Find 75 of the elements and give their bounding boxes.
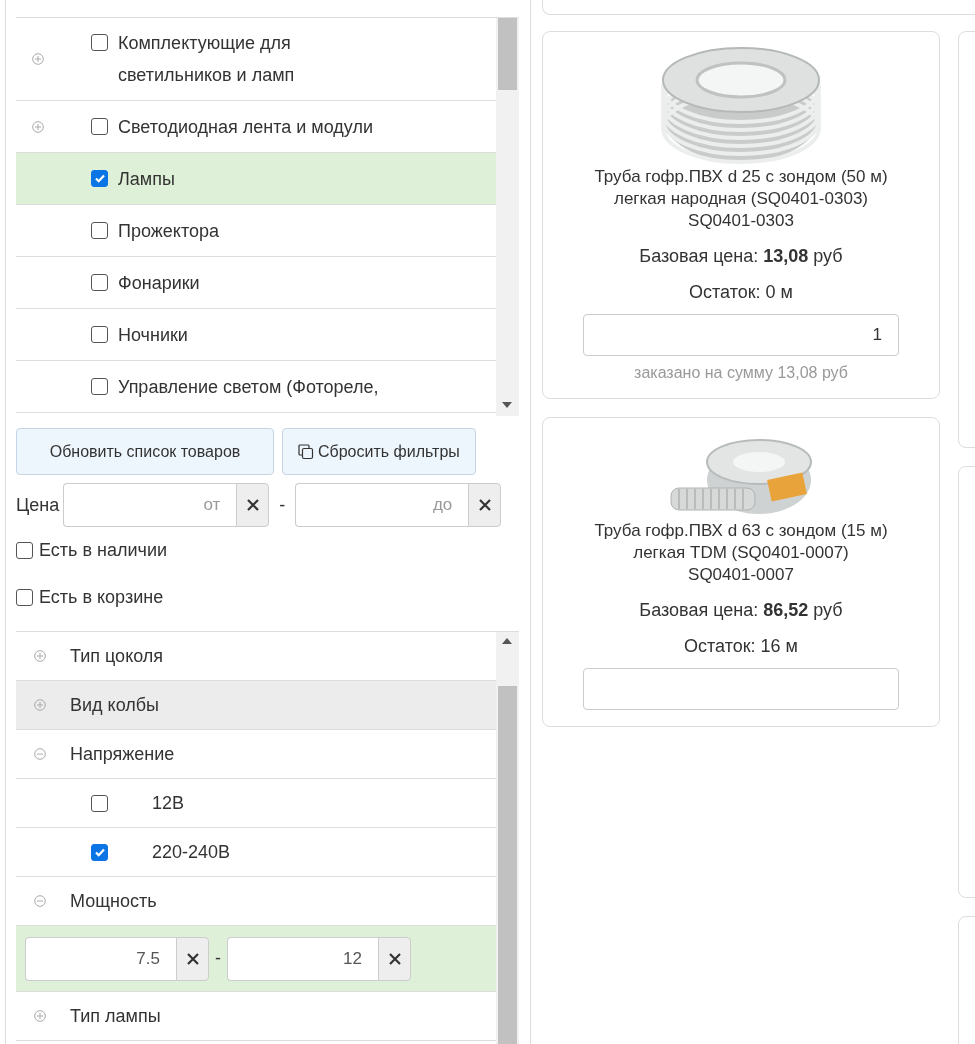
- checkbox[interactable]: [91, 117, 108, 135]
- category-item[interactable]: Ночники: [16, 309, 496, 361]
- filter-button[interactable]: Обновить список товаров: [16, 428, 274, 475]
- price-to-field[interactable]: до: [295, 483, 469, 527]
- checkbox[interactable]: [16, 589, 33, 606]
- close-icon: [387, 951, 402, 966]
- filter-group[interactable]: Тип лампы: [16, 992, 496, 1041]
- clear-button[interactable]: [378, 936, 411, 981]
- quantity-field[interactable]: 1: [583, 314, 899, 356]
- filter-group-label: Вид колбы: [70, 694, 159, 716]
- arrow-down-icon[interactable]: [502, 402, 512, 408]
- category-item[interactable]: Лампы: [16, 153, 496, 205]
- checkbox[interactable]: [91, 794, 108, 812]
- currency-label: руб: [813, 600, 843, 620]
- checkbox[interactable]: [91, 273, 108, 291]
- product-sku: SQ0401-0007: [688, 564, 794, 586]
- filter-button[interactable]: Сбросить фильтры: [282, 428, 476, 475]
- checkbox[interactable]: [91, 325, 108, 343]
- ordered-total: заказано на сумму 13,08 руб: [634, 364, 848, 382]
- checkbox[interactable]: [91, 221, 108, 239]
- checkbox-label: Есть в корзине: [39, 587, 164, 608]
- category-item[interactable]: Комплектующие для светильников и ламп: [16, 18, 496, 101]
- filter-group[interactable]: Вид колбы: [16, 681, 496, 730]
- clear-button[interactable]: [176, 936, 209, 981]
- category-label: Управление светом (Фотореле,: [118, 375, 379, 399]
- clear-button[interactable]: [468, 483, 502, 527]
- scrollbar-thumb[interactable]: [498, 686, 517, 1044]
- scrollbar[interactable]: [496, 632, 519, 1044]
- filter-option-label: 12В: [152, 792, 185, 814]
- price-value: 86,52: [763, 600, 809, 620]
- filter-option-label: 220-240В: [152, 841, 231, 863]
- stock-text: Остаток: 0 м: [689, 281, 793, 304]
- filter-group-label: Напряжение: [70, 743, 175, 765]
- copy-icon: [298, 443, 314, 460]
- price-value: 13,08: [763, 246, 809, 266]
- range-separator: -: [278, 494, 287, 516]
- scrollbar[interactable]: [496, 18, 519, 416]
- category-label: Комплектующие для светильников и ламп: [118, 32, 296, 87]
- close-icon: [477, 498, 492, 512]
- price-from-field[interactable]: от: [63, 483, 237, 527]
- range-from-field[interactable]: 7.5: [25, 936, 176, 981]
- filter-group-label: Тип цоколя: [70, 645, 164, 667]
- currency-label: руб: [813, 246, 843, 266]
- price-label: Базовая цена:: [639, 246, 759, 266]
- checkbox[interactable]: [91, 377, 108, 395]
- category-label: Фонарики: [118, 271, 200, 295]
- category-label: Лампы: [118, 167, 175, 191]
- price-label: Базовая цена:: [639, 600, 759, 620]
- stock-text: Остаток: 16 м: [684, 635, 798, 658]
- product-name[interactable]: Труба гофр.ПВХ d 25 с зондом (50 м) легкая народная (SQ0401-0303): [591, 166, 891, 210]
- range-separator: -: [214, 948, 222, 969]
- close-icon: [245, 498, 260, 512]
- close-icon: [185, 951, 200, 966]
- checkbox-label: Есть в наличии: [39, 540, 167, 561]
- category-item[interactable]: Фонарики: [16, 257, 496, 309]
- category-item[interactable]: Управление светом (Фотореле,: [16, 361, 496, 413]
- range-to-field[interactable]: 12: [227, 936, 378, 981]
- checkbox[interactable]: [91, 34, 108, 51]
- filter-group-label: Тип лампы: [70, 1005, 161, 1027]
- filter-group[interactable]: Напряжение: [16, 730, 496, 779]
- scrollbar-thumb[interactable]: [498, 18, 517, 90]
- filter-group-label: Мощность: [70, 890, 157, 912]
- checkbox[interactable]: [16, 542, 33, 559]
- product-name[interactable]: Труба гофр.ПВХ d 63 с зондом (15 м) легкая TDM (SQ0401-0007): [591, 520, 891, 564]
- product-sku: SQ0401-0303: [688, 210, 794, 232]
- category-label: Ночники: [118, 323, 188, 347]
- checkbox[interactable]: [91, 843, 108, 861]
- checkbox[interactable]: [91, 169, 108, 187]
- category-item[interactable]: Прожектора: [16, 205, 496, 257]
- category-label: Светодиодная лента и модули: [118, 115, 374, 139]
- price-label: Цена: [16, 494, 60, 516]
- quantity-field[interactable]: [583, 668, 899, 710]
- category-label: Прожектора: [118, 219, 219, 243]
- clear-button[interactable]: [236, 483, 270, 527]
- arrow-up-icon[interactable]: [502, 638, 512, 644]
